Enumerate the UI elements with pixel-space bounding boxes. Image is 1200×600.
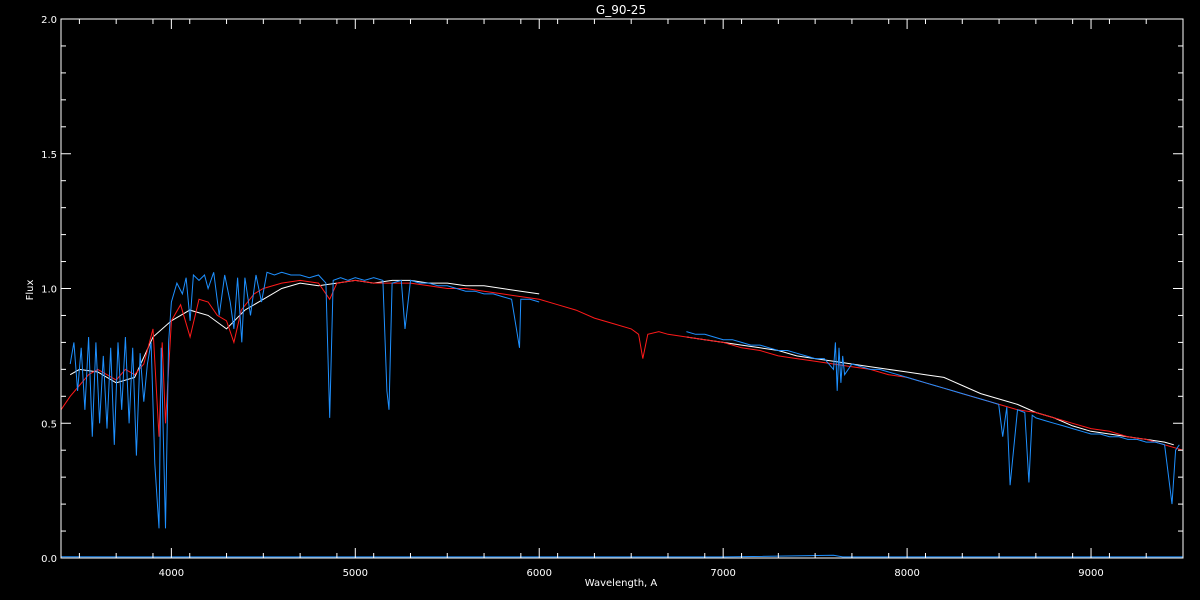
y-axis-label: Flux: [25, 280, 36, 301]
y-tick-label: 0.5: [41, 419, 57, 430]
y-tick-label: 0.0: [41, 554, 57, 565]
x-tick-label: 8000: [894, 568, 919, 579]
chart-background: [0, 0, 1200, 600]
chart-title: G_90-25: [596, 3, 646, 17]
y-tick-label: 1.5: [41, 150, 57, 161]
x-tick-label: 7000: [710, 568, 735, 579]
x-axis-label: Wavelength, A: [585, 578, 658, 589]
x-tick-label: 6000: [527, 568, 552, 579]
x-tick-label: 4000: [159, 568, 184, 579]
y-tick-label: 2.0: [41, 15, 57, 26]
x-tick-label: 9000: [1078, 568, 1103, 579]
x-tick-label: 5000: [343, 568, 368, 579]
y-tick-label: 1.0: [41, 285, 57, 296]
spectrum-chart: G_90-25 4000 5000 6000 7000 8000 9000 0.0 0.5 1…: [0, 0, 1200, 600]
